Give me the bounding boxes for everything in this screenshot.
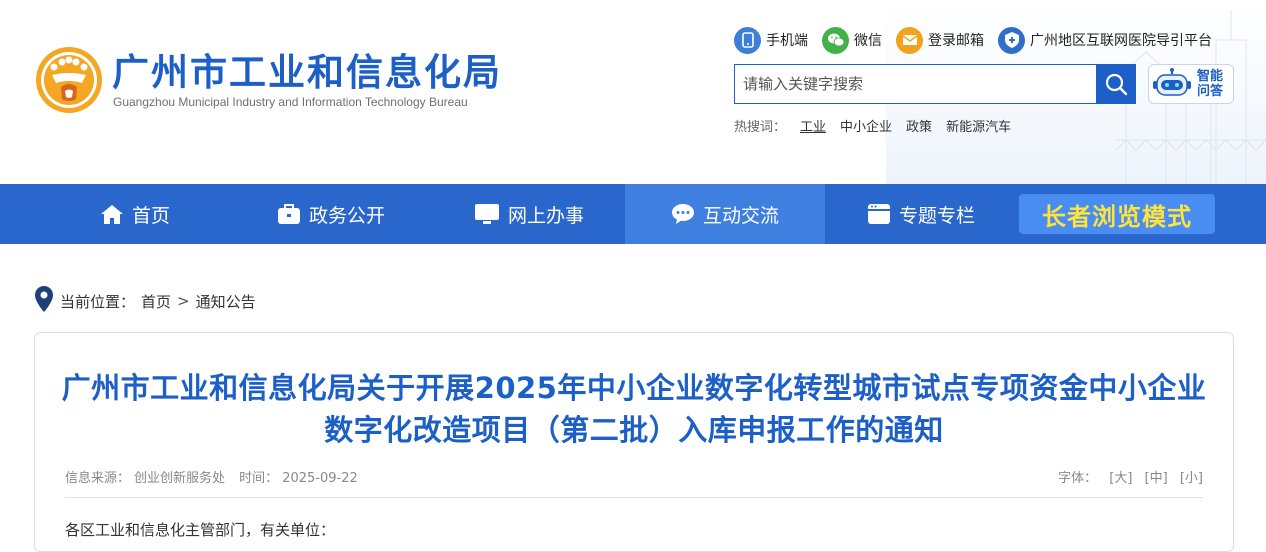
hot-word[interactable]: 中小企业 (840, 116, 892, 135)
mail-login-label: 登录邮箱 (928, 33, 984, 49)
mobile-link-label: 手机端 (766, 33, 808, 49)
top-quick-links: 手机端 微信 登录邮箱 广州地区互联网医院导引平台 (734, 26, 1226, 54)
mobile-icon (734, 26, 761, 54)
hot-word[interactable]: 工业 (800, 116, 826, 135)
hot-search-label: 热搜词： (734, 120, 787, 135)
nav-item-label: 首页 (131, 204, 170, 227)
bureau-emblem-logo[interactable] (34, 45, 104, 115)
nav-item-home[interactable]: 首页 (60, 184, 210, 244)
monitor-icon (474, 203, 500, 225)
font-size-controls: 字体： [大] [中] [小] (1058, 467, 1203, 486)
nav-item-label: 政务公开 (308, 204, 385, 227)
search-button[interactable] (1096, 65, 1135, 103)
home-icon (100, 203, 124, 225)
mobile-link[interactable]: 手机端 (734, 26, 808, 54)
source-value: 创业创新服务处 (134, 471, 226, 486)
breadcrumb-separator: > (177, 292, 190, 310)
window-icon (867, 203, 891, 225)
breadcrumb-notices-link[interactable]: 通知公告 (196, 291, 256, 312)
font-size-medium[interactable]: [中] (1145, 471, 1168, 486)
briefcase-icon (277, 203, 301, 225)
main-nav: 首页 政务公开 网上办事 互动交流 专题专栏 长者浏览模式 (0, 184, 1266, 244)
meta-divider (65, 497, 1203, 498)
ai-qa-label: 智能 问答 (1197, 69, 1224, 99)
nav-item-label: 互动交流 (702, 204, 779, 227)
ai-qa-button[interactable]: 智能 问答 (1148, 64, 1234, 104)
source-label: 信息来源： (65, 471, 131, 486)
hot-search-words: 热搜词： 工业 中小企业 政策 新能源汽车 (734, 116, 1011, 135)
breadcrumb: 当前位置： 首页 > 通知公告 (34, 285, 256, 317)
site-title[interactable]: 广州市工业和信息化局 (112, 51, 502, 95)
elder-mode-button[interactable]: 长者浏览模式 (1019, 194, 1215, 234)
nav-item-label: 专题专栏 (898, 204, 975, 227)
wechat-link-label: 微信 (854, 33, 882, 49)
site-subtitle: Guangzhou Municipal Industry and Informa… (113, 95, 468, 109)
chat-icon (671, 203, 695, 225)
search-box (734, 64, 1136, 104)
search-input[interactable] (735, 65, 1097, 103)
internet-hospital-label: 广州地区互联网医院导引平台 (1030, 33, 1212, 49)
location-pin-icon (34, 285, 54, 317)
breadcrumb-label: 当前位置： (60, 292, 136, 311)
nav-item-gov-affairs[interactable]: 政务公开 (236, 184, 426, 244)
time-label: 时间： (239, 471, 279, 486)
font-size-label: 字体： (1058, 471, 1098, 486)
wechat-icon (822, 26, 849, 54)
wechat-link[interactable]: 微信 (822, 26, 882, 54)
site-header: 广州市工业和信息化局 Guangzhou Municipal Industry … (0, 0, 1266, 184)
article-container: 广州市工业和信息化局关于开展2025年中小企业数字化转型城市试点专项资金中小企业… (34, 332, 1234, 552)
article-body-first-line: 各区工业和信息化主管部门，有关单位： (65, 521, 336, 539)
hot-word[interactable]: 新能源汽车 (946, 116, 1011, 135)
search-icon (1105, 73, 1127, 96)
nav-item-online-services[interactable]: 网上办事 (434, 184, 624, 244)
hospital-shield-icon (998, 26, 1025, 54)
internet-hospital-link[interactable]: 广州地区互联网医院导引平台 (998, 26, 1212, 54)
hot-word[interactable]: 政策 (906, 116, 932, 135)
time-value: 2025-09-22 (282, 471, 358, 486)
breadcrumb-home-link[interactable]: 首页 (141, 291, 171, 312)
nav-item-label: 网上办事 (507, 204, 584, 227)
font-size-small[interactable]: [小] (1180, 471, 1203, 486)
article-meta: 信息来源： 创业创新服务处 时间： 2025-09-22 (65, 467, 362, 486)
mail-login-link[interactable]: 登录邮箱 (896, 26, 984, 54)
font-size-large[interactable]: [大] (1109, 471, 1132, 486)
article-title: 广州市工业和信息化局关于开展2025年中小企业数字化转型城市试点专项资金中小企业… (61, 371, 1207, 447)
robot-icon (1153, 68, 1191, 96)
nav-item-interaction[interactable]: 互动交流 (625, 184, 825, 244)
mail-icon (896, 26, 923, 54)
nav-item-special-topics[interactable]: 专题专栏 (826, 184, 1016, 244)
